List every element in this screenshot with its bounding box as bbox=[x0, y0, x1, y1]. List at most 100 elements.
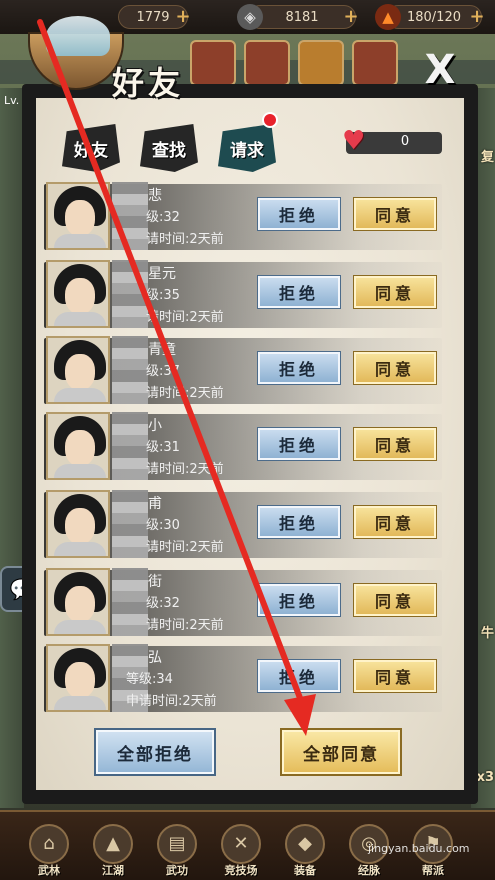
avatar[interactable] bbox=[46, 568, 110, 636]
censored-name bbox=[112, 568, 148, 636]
book-icon: ▤ bbox=[157, 824, 197, 864]
avatar[interactable] bbox=[46, 412, 110, 480]
reject-button[interactable]: 拒绝 bbox=[257, 427, 341, 461]
request-time: 请时间:2天前 bbox=[146, 618, 224, 633]
accept-button[interactable]: 同意 bbox=[353, 197, 437, 231]
coin-value: 8181 bbox=[285, 9, 319, 25]
reject-button[interactable]: 拒绝 bbox=[257, 197, 341, 231]
nav-label: 经脉 bbox=[358, 864, 380, 877]
requester-level: 等级:34 bbox=[126, 672, 173, 687]
request-time: 请时间:2天前 bbox=[146, 386, 224, 401]
nav-label: 江湖 bbox=[102, 864, 124, 877]
requester-level: 级:35 bbox=[146, 288, 180, 303]
requester-name: 悲 bbox=[148, 188, 162, 204]
request-row: 青童 级:37 请时间:2天前 拒绝 同意 bbox=[44, 336, 444, 406]
requester-level: 级:30 bbox=[146, 518, 180, 533]
tab-requests[interactable]: 请求 bbox=[218, 124, 276, 172]
heart-icon: ♥ bbox=[342, 126, 366, 156]
heart-count: 0 bbox=[400, 134, 410, 149]
nav-item-arena[interactable]: ✕ 竞技场 bbox=[214, 824, 268, 880]
requester-level: 级:32 bbox=[146, 210, 180, 225]
avatar[interactable] bbox=[46, 644, 110, 712]
coin-icon: ◈ bbox=[237, 4, 263, 30]
energy-value: 180/120 bbox=[406, 9, 461, 25]
fire-icon: ▲ bbox=[375, 4, 401, 30]
tab-friends[interactable]: 好友 bbox=[62, 124, 120, 172]
avatar[interactable] bbox=[46, 336, 110, 404]
requester-name: 弘 bbox=[148, 650, 162, 666]
energy-counter: ▲ 180/120 + bbox=[375, 4, 485, 30]
censored-name bbox=[112, 336, 148, 404]
avatar[interactable] bbox=[46, 260, 110, 328]
requester-name: 街 bbox=[148, 574, 162, 590]
request-time: 请时间:2天前 bbox=[146, 310, 224, 325]
coin-counter: ◈ 8181 + bbox=[237, 4, 359, 30]
reject-all-button[interactable]: 全部拒绝 bbox=[94, 728, 216, 776]
notification-dot bbox=[262, 112, 278, 128]
request-time: 请时间:2天前 bbox=[146, 232, 224, 247]
requester-name: 甫 bbox=[148, 496, 162, 512]
side-tag: 牛 bbox=[480, 626, 494, 641]
accept-button[interactable]: 同意 bbox=[353, 275, 437, 309]
close-icon: X bbox=[424, 47, 456, 93]
armor-icon: ◆ bbox=[285, 824, 325, 864]
side-tag: 复 bbox=[480, 150, 494, 165]
requester-name: 小 bbox=[148, 418, 162, 434]
feature-icon[interactable] bbox=[244, 40, 290, 86]
nav-label: 竞技场 bbox=[224, 864, 258, 877]
reject-button[interactable]: 拒绝 bbox=[257, 659, 341, 693]
reject-button[interactable]: 拒绝 bbox=[257, 583, 341, 617]
add-coins-button[interactable]: + bbox=[341, 7, 361, 27]
requester-level: 级:31 bbox=[146, 440, 180, 455]
reject-button[interactable]: 拒绝 bbox=[257, 351, 341, 385]
water-splash-icon bbox=[46, 16, 110, 56]
nav-label: 武功 bbox=[166, 864, 188, 877]
reject-button[interactable]: 拒绝 bbox=[257, 275, 341, 309]
tab-label: 请求 bbox=[230, 140, 264, 161]
side-tag: x3 bbox=[476, 770, 494, 785]
tab-label: 查找 bbox=[152, 140, 186, 161]
nav-item-wulin[interactable]: ⌂ 武林 bbox=[22, 824, 76, 880]
censored-name bbox=[112, 412, 148, 480]
request-time: 请时间:2天前 bbox=[146, 462, 224, 477]
nav-item-equipment[interactable]: ◆ 装备 bbox=[278, 824, 332, 880]
left-sidebar bbox=[0, 88, 24, 808]
requester-name: 星元 bbox=[148, 266, 176, 282]
nav-item-jianghu[interactable]: ▲ 江湖 bbox=[86, 824, 140, 880]
reject-button[interactable]: 拒绝 bbox=[257, 505, 341, 539]
feature-icon[interactable] bbox=[352, 40, 398, 86]
request-row: 甫 级:30 请时间:2天前 拒绝 同意 bbox=[44, 490, 444, 560]
request-time: 申请时间:2天前 bbox=[126, 694, 217, 709]
dialog-title: 好友 bbox=[112, 64, 185, 102]
feature-icon[interactable] bbox=[298, 40, 344, 86]
accept-button[interactable]: 同意 bbox=[353, 505, 437, 539]
requester-name: 青童 bbox=[148, 342, 176, 358]
accept-button[interactable]: 同意 bbox=[353, 659, 437, 693]
requester-level: 级:37 bbox=[146, 364, 180, 379]
accept-all-button[interactable]: 全部同意 bbox=[280, 728, 402, 776]
nav-item-martial-arts[interactable]: ▤ 武功 bbox=[150, 824, 204, 880]
tab-search[interactable]: 查找 bbox=[140, 124, 198, 172]
close-button[interactable]: X bbox=[418, 50, 462, 90]
swords-icon: ✕ bbox=[221, 824, 261, 864]
add-energy-button[interactable]: + bbox=[467, 7, 487, 27]
censored-name bbox=[112, 490, 148, 558]
avatar[interactable] bbox=[46, 182, 110, 250]
tab-label: 好友 bbox=[74, 140, 108, 161]
nav-label: 武林 bbox=[38, 864, 60, 877]
avatar[interactable] bbox=[46, 490, 110, 558]
accept-button[interactable]: 同意 bbox=[353, 583, 437, 617]
level-label: Lv. bbox=[4, 94, 20, 107]
request-time: 请时间:2天前 bbox=[146, 540, 224, 555]
request-row: 小 级:31 请时间:2天前 拒绝 同意 bbox=[44, 412, 444, 482]
accept-button[interactable]: 同意 bbox=[353, 351, 437, 385]
request-row: 街 级:32 请时间:2天前 拒绝 同意 bbox=[44, 568, 444, 638]
censored-name bbox=[112, 260, 148, 328]
watermark: jingyan.baidu.com bbox=[368, 842, 470, 855]
tower-icon: ⌂ bbox=[29, 824, 69, 864]
requester-level: 级:32 bbox=[146, 596, 180, 611]
accept-button[interactable]: 同意 bbox=[353, 427, 437, 461]
request-row: 弘 等级:34 申请时间:2天前 拒绝 同意 bbox=[44, 644, 444, 714]
censored-name bbox=[112, 182, 148, 250]
hat-icon: ▲ bbox=[93, 824, 133, 864]
